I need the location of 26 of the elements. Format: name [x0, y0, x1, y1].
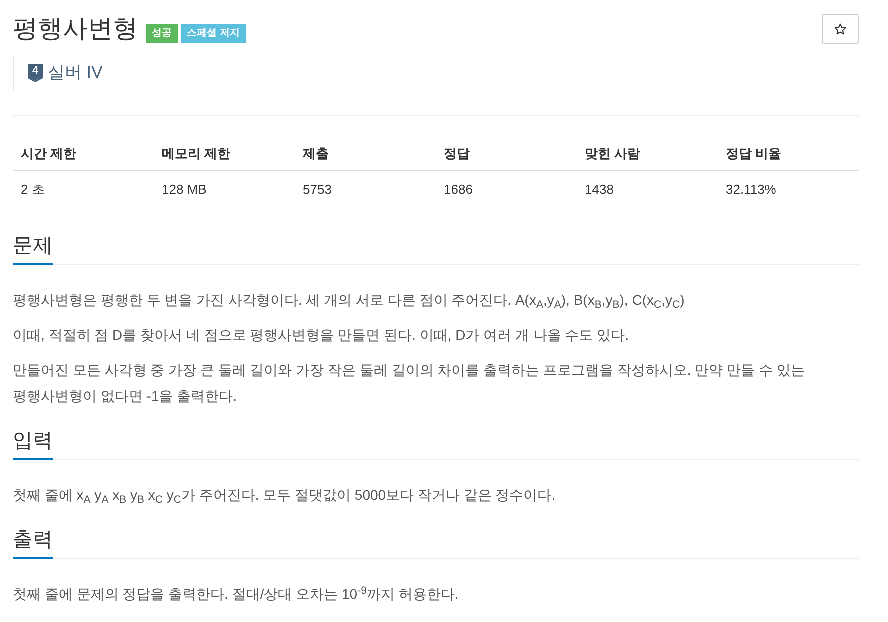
column-header: 시간 제한 — [13, 138, 154, 170]
table-cell: 2 초 — [13, 170, 154, 208]
column-header: 메모리 제한 — [154, 138, 295, 170]
column-header: 맞힌 사람 — [577, 138, 718, 170]
section-heading: 출력 — [13, 526, 53, 559]
star-button[interactable] — [822, 14, 859, 44]
tier-label: 실버 IV — [48, 62, 103, 84]
column-header: 정답 — [436, 138, 577, 170]
table-cell: 1686 — [436, 170, 577, 208]
table-cell: 128 MB — [154, 170, 295, 208]
paragraph: 첫째 줄에 x$_{A}$ y$_{A}$ x$_{B}$ y$_{B}$ x$_{C}$ y$_{C}$가 주어진다. 모두 절댓값이 5000보다 작거나 같은 정수이다. — [13, 486, 557, 508]
column-header: 제출 — [295, 138, 436, 170]
tier-badge: 4 — [28, 64, 43, 82]
status-badge: 성공 — [146, 24, 178, 43]
paragraph: 평행사변형은 평행한 두 변을 가진 사각형이다. 세 개의 서로 다른 점이 주어진다. A(x$_{A}$,y$_{A}$), B(x$_{B}$,y$_{B}$), C(x$_{C}$,y$_{C}$) — [13, 291, 686, 313]
section-heading: 문제 — [13, 232, 53, 265]
section-heading: 입력 — [13, 427, 53, 460]
table-cell: 5753 — [295, 170, 436, 208]
table-cell: 1438 — [577, 170, 718, 208]
status-badge: 스페셜 저지 — [181, 24, 246, 43]
table-cell: 32.113% — [718, 170, 859, 208]
problem-title: 평행사변형 — [13, 14, 138, 45]
column-header: 정답 비율 — [718, 138, 859, 170]
paragraph: 첫째 줄에 문제의 정답을 출력한다. 절대/상대 오차는 10$^{-9}$까지 허용한다. — [13, 584, 460, 604]
paragraph: 이때, 적절히 점 D를 찾아서 네 점으로 평행사변형을 만들면 된다. 이때, D가 여러 개 나올 수도 있다. — [13, 326, 630, 345]
paragraph: 만들어진 모든 사각형 중 가장 큰 둘레 길이와 가장 작은 둘레 길이의 차이를 출력하는 프로그램을 작성하시오. 만약 만들 수 있는 평행사변형이 없다면 -1을 출력한다. — [13, 361, 806, 406]
